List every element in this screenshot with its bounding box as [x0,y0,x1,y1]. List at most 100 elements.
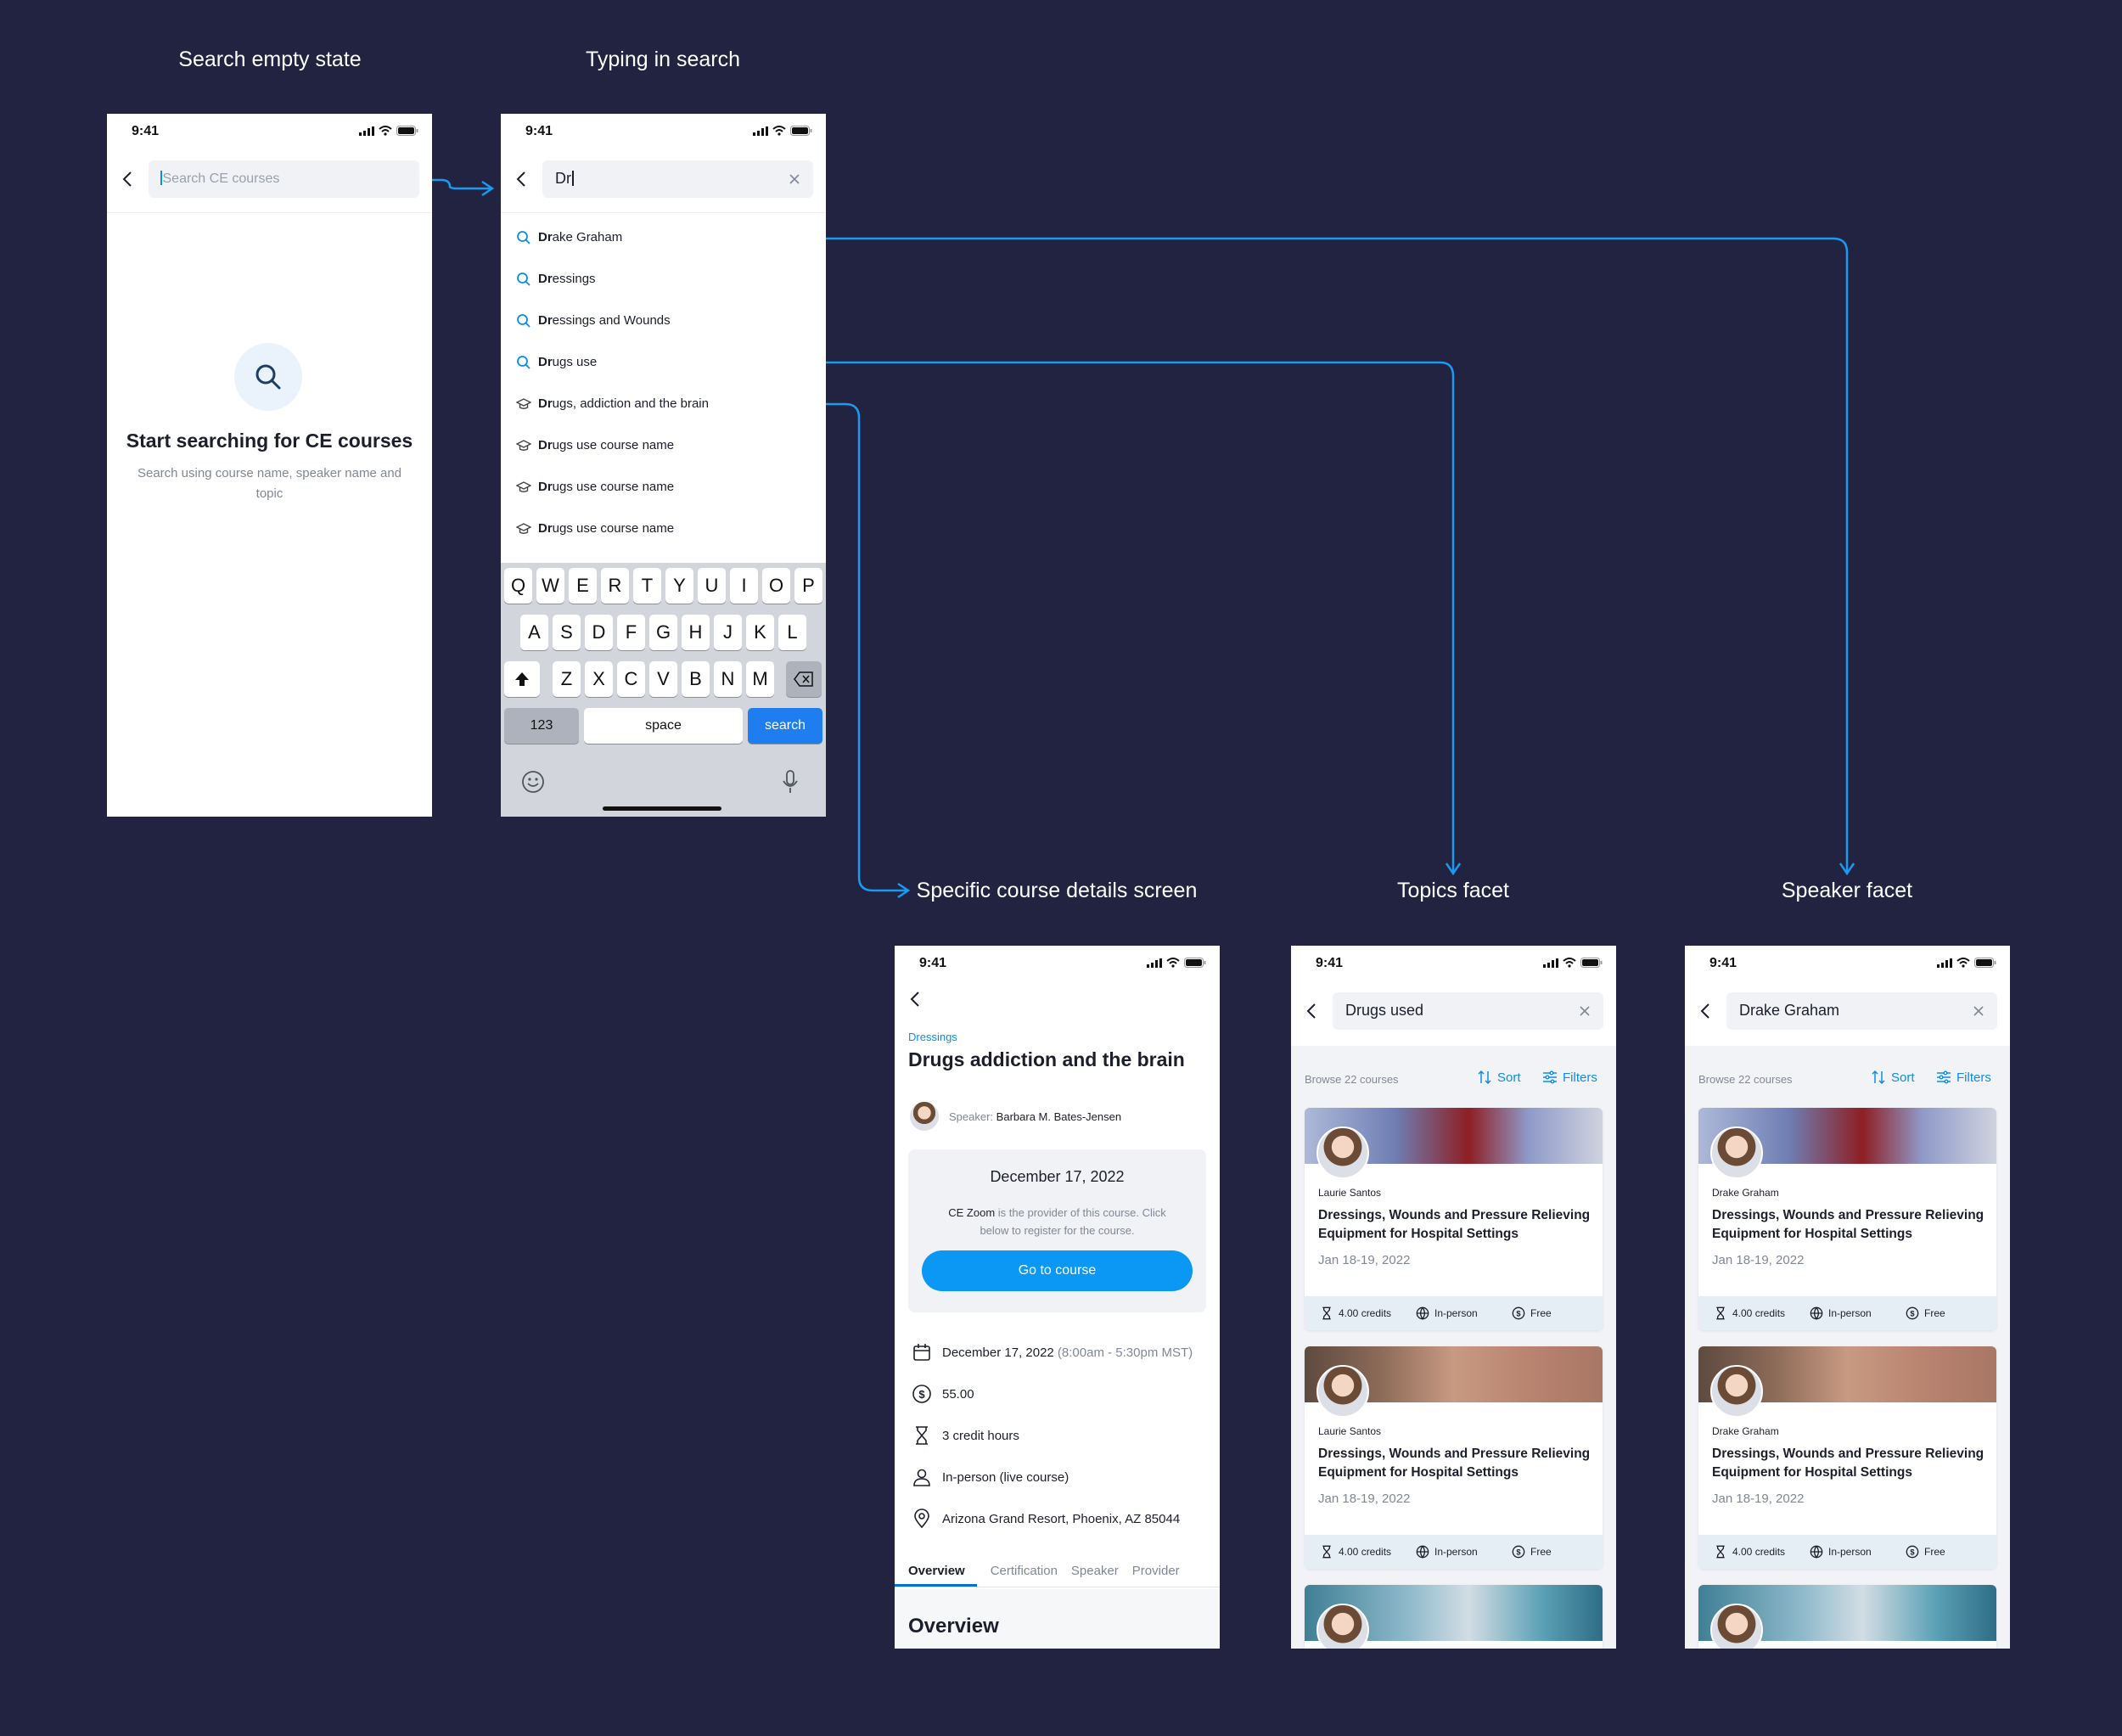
key-r[interactable]: R [601,568,629,604]
search-input[interactable]: Dr [542,160,813,198]
key-h[interactable]: H [682,615,710,650]
emoji-icon[interactable] [521,770,545,794]
shift-key[interactable] [504,661,540,697]
search-icon [517,356,530,369]
go-to-course-button[interactable]: Go to course [922,1250,1193,1291]
signal-icon [1543,958,1558,968]
search-key[interactable]: search [748,708,822,744]
suggestion-item[interactable]: Drugs, addiction and the brain [501,383,826,424]
suggestion-item[interactable]: Dressings [501,258,826,300]
suggestion-label: Drugs use course name [538,521,675,536]
key-i[interactable]: I [730,568,758,604]
microphone-icon[interactable] [782,769,799,795]
key-j[interactable]: J [714,615,742,650]
course-card[interactable] [1305,1585,1603,1649]
key-p[interactable]: P [794,568,822,604]
key-y[interactable]: Y [665,568,693,604]
status-time: 9:41 [525,124,553,138]
hourglass-icon [1716,1545,1725,1559]
search-input[interactable]: Drugs used [1333,992,1603,1030]
course-card-title: Dressings, Wounds and Pressure Relieving… [1712,1208,1984,1241]
course-card[interactable]: Laurie Santos Dressings, Wounds and Pres… [1305,1108,1603,1330]
course-card[interactable]: Drake Graham Dressings, Wounds and Press… [1698,1108,1996,1330]
tab-overview[interactable]: Overview [895,1557,977,1587]
battery-icon [790,126,812,136]
filters-button[interactable]: Filters [1936,1070,1991,1085]
course-category[interactable]: Dressings [908,1031,957,1043]
home-indicator [603,806,721,811]
meta-price: $ Free [1512,1545,1592,1559]
sort-button[interactable]: Sort [1477,1070,1521,1085]
screen-topics-facet: 9:41 Drugs used Browse 22 courses Sort F… [1291,946,1616,1649]
space-key[interactable]: space [584,708,743,744]
provider-note: CE Zoom is the provider of this course. … [948,1206,1166,1237]
key-u[interactable]: U [698,568,726,604]
filters-button[interactable]: Filters [1542,1070,1597,1085]
key-q[interactable]: Q [504,568,532,604]
back-icon[interactable] [513,170,531,188]
back-icon[interactable] [907,990,925,1008]
search-input[interactable]: Search CE courses [149,160,419,198]
key-t[interactable]: T [633,568,661,604]
key-s[interactable]: S [553,615,581,650]
key-d[interactable]: D [585,615,613,650]
clear-icon[interactable] [1577,1003,1592,1019]
avatar [1710,1126,1763,1179]
tab-certification[interactable]: Certification [977,1557,1058,1587]
shift-icon [515,672,529,686]
course-author: Laurie Santos [1318,1425,1382,1437]
key-x[interactable]: X [585,661,613,697]
key-w[interactable]: W [536,568,564,604]
course-card-date: Jan 18-19, 2022 [1318,1492,1411,1506]
key-k[interactable]: K [746,615,774,650]
suggestion-item[interactable]: Drugs use course name [501,466,826,508]
back-icon[interactable] [119,170,138,188]
wifi-icon [1956,958,1970,968]
search-icon [517,272,530,286]
graduation-cap-icon [516,440,531,451]
key-v[interactable]: V [649,661,677,697]
clear-icon[interactable] [1971,1003,1986,1019]
course-card[interactable] [1698,1585,1996,1649]
back-icon[interactable] [1697,1002,1715,1020]
course-card[interactable]: Drake Graham Dressings, Wounds and Press… [1698,1346,1996,1569]
info-format: In-person (live course) [912,1467,1069,1487]
avatar [1316,1604,1369,1649]
screen-speaker-facet: 9:41 Drake Graham Browse 22 courses Sort… [1685,946,2010,1649]
key-l[interactable]: L [778,615,806,650]
key-a[interactable]: A [520,615,548,650]
wifi-icon [379,126,392,136]
suggestion-item[interactable]: Drake Graham [501,216,826,258]
suggestion-item[interactable]: Drugs use course name [501,508,826,549]
key-e[interactable]: E [569,568,597,604]
tab-provider[interactable]: Provider [1119,1557,1180,1587]
sort-button[interactable]: Sort [1871,1070,1915,1085]
clear-icon[interactable] [787,171,802,187]
suggestion-label: Drugs use course name [538,480,675,494]
tab-speaker[interactable]: Speaker [1058,1557,1119,1587]
avatar [1316,1365,1369,1418]
suggestion-item[interactable]: Drugs use course name [501,424,826,466]
key-g[interactable]: G [649,615,677,650]
key-b[interactable]: B [682,661,710,697]
search-input[interactable]: Drake Graham [1726,992,1997,1030]
key-n[interactable]: N [714,661,742,697]
course-card-meta: 4.00 credits In-person $ Free [1698,1535,1996,1569]
status-bar: 9:41 [1685,946,2010,983]
key-o[interactable]: O [762,568,790,604]
back-icon[interactable] [1303,1002,1322,1020]
search-icon [517,231,530,244]
key-f[interactable]: F [617,615,645,650]
course-card[interactable]: Laurie Santos Dressings, Wounds and Pres… [1305,1346,1603,1569]
meta-format: In-person [1416,1545,1496,1559]
suggestion-item[interactable]: Drugs use [501,341,826,383]
suggestion-item[interactable]: Dressings and Wounds [501,300,826,341]
numbers-key[interactable]: 123 [504,708,579,744]
delete-key[interactable] [786,661,822,697]
key-m[interactable]: M [746,661,774,697]
speaker-row[interactable]: Speaker: Barbara M. Bates-Jensen [908,1100,1121,1132]
key-z[interactable]: Z [553,661,581,697]
key-c[interactable]: C [617,661,645,697]
dollar-icon: $ [1512,1306,1525,1320]
status-bar: 9:41 [1291,946,1616,983]
